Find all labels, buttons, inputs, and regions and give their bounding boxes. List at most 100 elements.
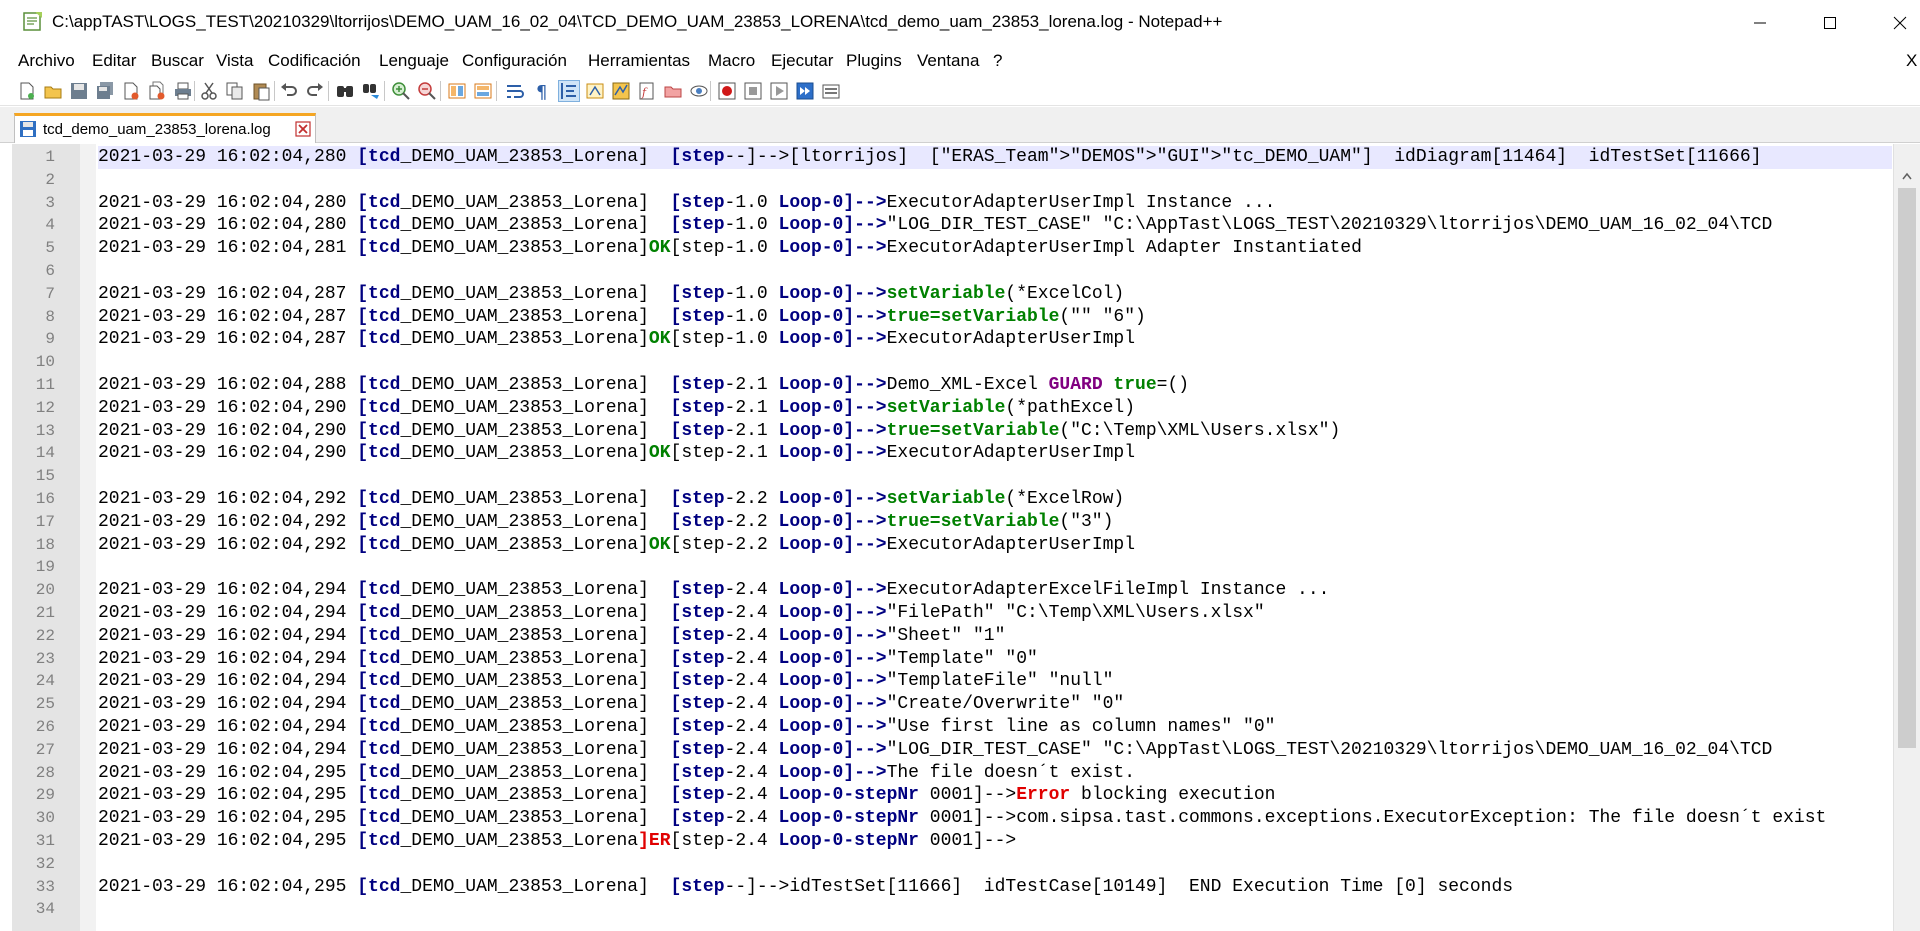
new-file-button[interactable] [16, 80, 38, 102]
scroll-thumb[interactable] [1898, 188, 1916, 748]
menu-herramientas[interactable]: Herramientas [588, 51, 690, 71]
code-line[interactable]: 12 2021-03-29 16:02:04,290 [tcd_DEMO_UAM_… [12, 397, 1892, 420]
user-lang-button[interactable] [584, 80, 606, 102]
code-line[interactable]: 23 2021-03-29 16:02:04,294 [tcd_DEMO_UAM_… [12, 648, 1892, 671]
close-file-button[interactable] [120, 80, 142, 102]
word-wrap-button[interactable] [504, 80, 526, 102]
print-button[interactable] [172, 80, 194, 102]
undo-button[interactable] [278, 80, 300, 102]
code-line[interactable]: 11 2021-03-29 16:02:04,288 [tcd_DEMO_UAM_… [12, 374, 1892, 397]
redo-button[interactable] [304, 80, 326, 102]
run-macro-multiple-button[interactable] [794, 80, 816, 102]
save-button[interactable] [68, 80, 90, 102]
code-line[interactable]: 24 2021-03-29 16:02:04,294 [tcd_DEMO_UAM_… [12, 670, 1892, 693]
menu-vista[interactable]: Vista [216, 51, 254, 71]
text-content[interactable]: 1 2021-03-29 16:02:04,280 [tcd_DEMO_UAM_2… [12, 146, 1892, 921]
doc-map-button[interactable] [610, 80, 632, 102]
menu-codificacion[interactable]: Codificación [268, 51, 361, 71]
save-macro-button[interactable] [820, 80, 842, 102]
menu-archivo[interactable]: Archivo [18, 51, 75, 71]
menu-ejecutar[interactable]: Ejecutar [771, 51, 833, 71]
copy-button[interactable] [224, 80, 246, 102]
folder-workspace-button[interactable] [662, 80, 684, 102]
close-button[interactable] [1865, 0, 1920, 45]
tab-tcd-demo-log[interactable]: tcd_demo_uam_23853_lorena.log [14, 113, 316, 143]
cut-button[interactable] [198, 80, 220, 102]
code-line[interactable]: 29 2021-03-29 16:02:04,295 [tcd_DEMO_UAM_… [12, 784, 1892, 807]
code-line[interactable]: 21 2021-03-29 16:02:04,294 [tcd_DEMO_UAM_… [12, 602, 1892, 625]
menu-ventana[interactable]: Ventana [917, 51, 979, 71]
maximize-button[interactable] [1795, 0, 1865, 45]
vertical-scrollbar[interactable] [1893, 144, 1920, 931]
code-line[interactable]: 30 2021-03-29 16:02:04,295 [tcd_DEMO_UAM_… [12, 807, 1892, 830]
replace-button[interactable] [360, 80, 382, 102]
code-line[interactable]: 3 2021-03-29 16:02:04,280 [tcd_DEMO_UAM_2… [12, 192, 1892, 215]
code-line[interactable]: 10 [12, 351, 1892, 374]
code-line[interactable]: 31 2021-03-29 16:02:04,295 [tcd_DEMO_UAM_… [12, 830, 1892, 853]
code-line[interactable]: 14 2021-03-29 16:02:04,290 [tcd_DEMO_UAM_… [12, 442, 1892, 465]
token: ExecutorAdapterUserImpl [886, 534, 1136, 555]
open-file-button[interactable] [42, 80, 64, 102]
code-line[interactable]: 27 2021-03-29 16:02:04,294 [tcd_DEMO_UAM_… [12, 739, 1892, 762]
show-all-chars-button[interactable]: ¶ [530, 80, 552, 102]
code-line[interactable]: 2 [12, 169, 1892, 192]
scroll-up-button[interactable] [1894, 166, 1920, 186]
code-line[interactable]: 13 2021-03-29 16:02:04,290 [tcd_DEMO_UAM_… [12, 420, 1892, 443]
token: [step-2.1 [670, 443, 779, 464]
code-line[interactable]: 16 2021-03-29 16:02:04,292 [tcd_DEMO_UAM_… [12, 488, 1892, 511]
code-line[interactable]: 17 2021-03-29 16:02:04,292 [tcd_DEMO_UAM_… [12, 511, 1892, 534]
token: _DEMO_UAM_23853_Lorena [400, 830, 639, 851]
line-text: 2021-03-29 16:02:04,292 [tcd_DEMO_UAM_23… [98, 488, 1892, 511]
zoom-in-button[interactable] [390, 80, 412, 102]
tab-close-icon[interactable] [295, 121, 311, 137]
code-line[interactable]: 8 2021-03-29 16:02:04,287 [tcd_DEMO_UAM_2… [12, 306, 1892, 329]
close-all-button[interactable] [146, 80, 168, 102]
monitoring-button[interactable] [688, 80, 710, 102]
zoom-out-button[interactable] [416, 80, 438, 102]
line-number: 24 [35, 672, 55, 691]
code-line[interactable]: 15 [12, 465, 1892, 488]
menu-editar[interactable]: Editar [92, 51, 136, 71]
code-line[interactable]: 33 2021-03-29 16:02:04,295 [tcd_DEMO_UAM_… [12, 876, 1892, 899]
record-macro-button[interactable] [716, 80, 738, 102]
code-line[interactable]: 7 2021-03-29 16:02:04,287 [tcd_DEMO_UAM_2… [12, 283, 1892, 306]
token: OK [648, 238, 671, 259]
code-line[interactable]: 28 2021-03-29 16:02:04,295 [tcd_DEMO_UAM_… [12, 762, 1892, 785]
menu-configuracion[interactable]: Configuración [462, 51, 567, 71]
stop-macro-button[interactable] [742, 80, 764, 102]
menu-plugins[interactable]: Plugins [846, 51, 902, 71]
code-line[interactable]: 5 2021-03-29 16:02:04,281 [tcd_DEMO_UAM_2… [12, 237, 1892, 260]
menu-help[interactable]: ? [993, 51, 1002, 71]
editor-area[interactable]: 1 2021-03-29 16:02:04,280 [tcd_DEMO_UAM_2… [12, 144, 1920, 931]
code-line[interactable]: 1 2021-03-29 16:02:04,280 [tcd_DEMO_UAM_2… [12, 146, 1892, 169]
play-macro-button[interactable] [768, 80, 790, 102]
find-button[interactable] [334, 80, 356, 102]
line-text: 2021-03-29 16:02:04,281 [tcd_DEMO_UAM_23… [98, 237, 1892, 260]
close-document-button[interactable]: X [1906, 51, 1917, 71]
code-line[interactable]: 18 2021-03-29 16:02:04,292 [tcd_DEMO_UAM_… [12, 534, 1892, 557]
token: _DEMO_UAM_23853_Lorena] [400, 215, 671, 236]
code-line[interactable]: 25 2021-03-29 16:02:04,294 [tcd_DEMO_UAM_… [12, 693, 1892, 716]
token: 2021-03-29 16:02:04,294 [98, 648, 358, 669]
menu-buscar[interactable]: Buscar [151, 51, 204, 71]
code-line[interactable]: 20 2021-03-29 16:02:04,294 [tcd_DEMO_UAM_… [12, 579, 1892, 602]
function-list-button[interactable]: f [636, 80, 658, 102]
token: The file doesn´t exist. [886, 762, 1136, 783]
menu-macro[interactable]: Macro [708, 51, 755, 71]
sync-vertical-button[interactable] [446, 80, 468, 102]
token: _DEMO_UAM_23853_Lorena] [400, 374, 671, 395]
indent-guide-button[interactable] [558, 80, 580, 102]
code-line[interactable]: 9 2021-03-29 16:02:04,287 [tcd_DEMO_UAM_2… [12, 328, 1892, 351]
sync-horizontal-button[interactable] [472, 80, 494, 102]
save-all-button[interactable] [94, 80, 116, 102]
minimize-button[interactable] [1725, 0, 1795, 45]
code-line[interactable]: 34 [12, 898, 1892, 921]
code-line[interactable]: 4 2021-03-29 16:02:04,280 [tcd_DEMO_UAM_2… [12, 214, 1892, 237]
code-line[interactable]: 6 [12, 260, 1892, 283]
code-line[interactable]: 22 2021-03-29 16:02:04,294 [tcd_DEMO_UAM_… [12, 625, 1892, 648]
code-line[interactable]: 26 2021-03-29 16:02:04,294 [tcd_DEMO_UAM_… [12, 716, 1892, 739]
menu-lenguaje[interactable]: Lenguaje [379, 51, 449, 71]
code-line[interactable]: 19 [12, 556, 1892, 579]
code-line[interactable]: 32 [12, 853, 1892, 876]
paste-button[interactable] [250, 80, 272, 102]
